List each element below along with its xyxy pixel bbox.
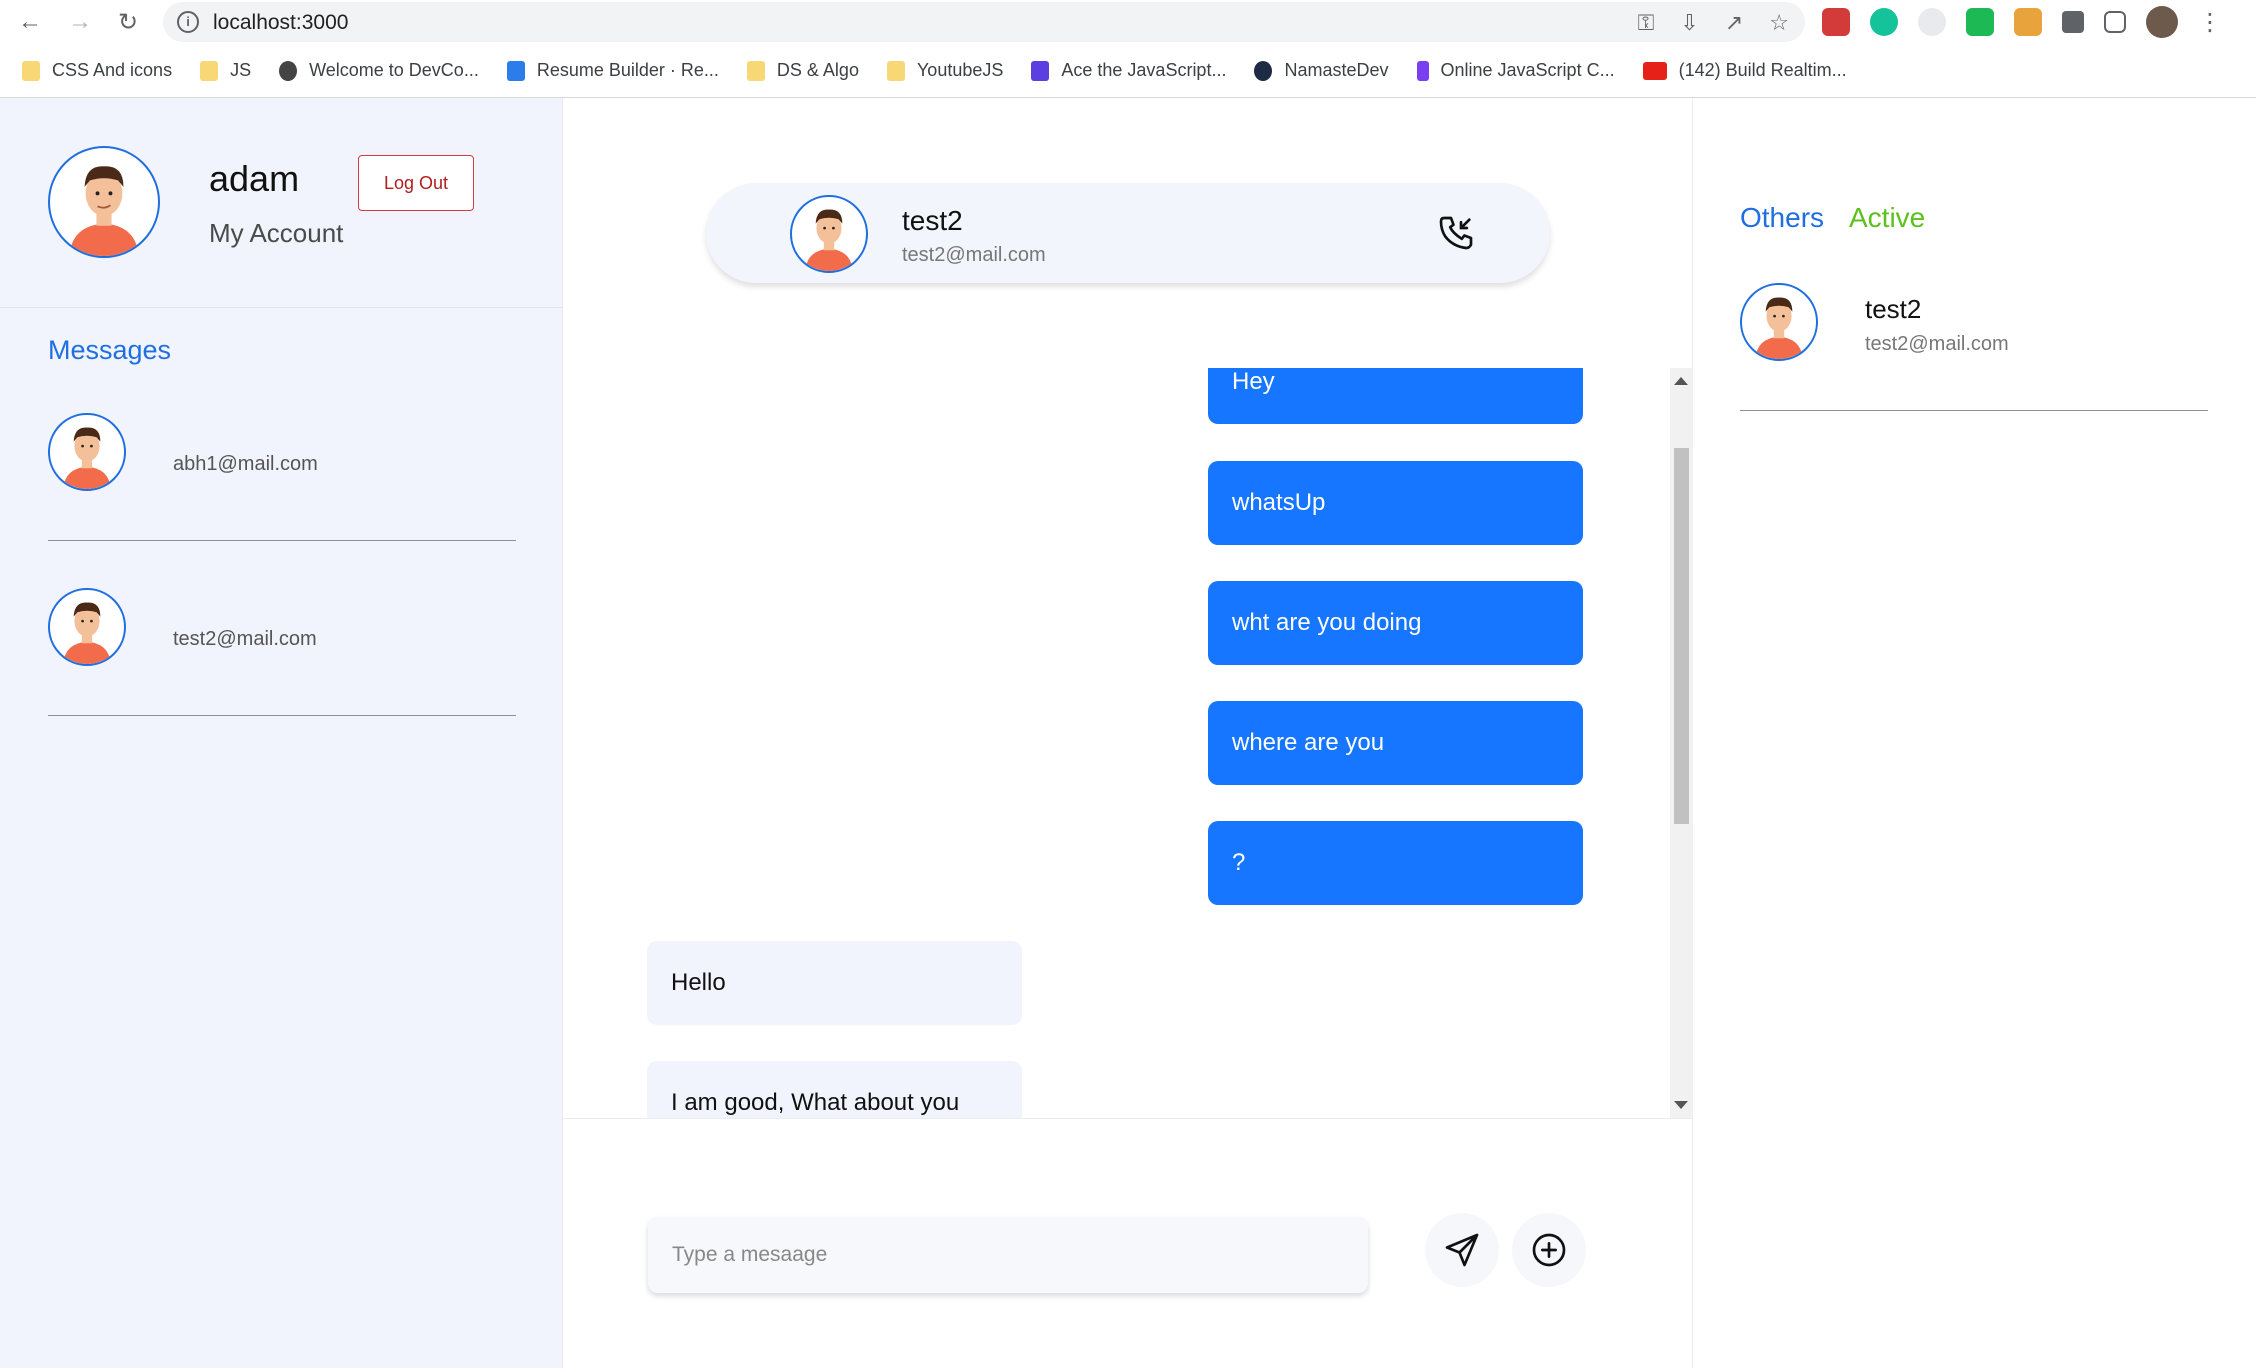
user-avatar-icon xyxy=(1755,297,1803,359)
sent-message: whatsUp xyxy=(1208,461,1583,545)
address-bar[interactable]: i localhost:3000 ⚿ ⇩ ↗ ☆ xyxy=(163,2,1805,42)
bookmark[interactable]: Online JavaScript C... xyxy=(1416,60,1615,81)
sent-message: wht are you doing xyxy=(1208,581,1583,665)
account-panel: adam My Account Log Out xyxy=(0,98,563,308)
contact-email: abh1@mail.com xyxy=(173,453,318,475)
extension-icon[interactable] xyxy=(1966,8,1994,36)
chat-scrollbar[interactable] xyxy=(1670,368,1693,1118)
contact-item[interactable]: test2@mail.com xyxy=(48,588,516,716)
user-avatar-icon xyxy=(805,209,853,271)
sent-message: Hey xyxy=(1208,368,1583,424)
avatar xyxy=(48,146,160,258)
avatar xyxy=(1740,283,1818,361)
user-avatar-icon xyxy=(69,166,139,256)
browser-toolbar: ← → ↻ i localhost:3000 ⚿ ⇩ ↗ ☆ ⋮ xyxy=(0,0,2256,44)
add-circle-icon xyxy=(1532,1233,1566,1267)
user-avatar-icon xyxy=(63,427,111,489)
chat-contact-name: test2 xyxy=(902,205,963,236)
account-name: adam xyxy=(209,158,300,199)
message-list[interactable]: Hey whatsUp wht are you doing where are … xyxy=(563,368,1670,1118)
right-sidebar: Others Active test2 test2@mail.com xyxy=(1693,98,2256,1368)
bookmarks-bar: CSS And icons JS Welcome to DevCo... Res… xyxy=(0,44,2256,98)
install-icon[interactable]: ⇩ xyxy=(1680,10,1698,36)
avatar xyxy=(48,413,126,491)
attach-button[interactable] xyxy=(1512,1213,1586,1287)
contact-email: test2@mail.com xyxy=(173,628,317,650)
bookmark[interactable]: DS & Algo xyxy=(746,60,859,81)
back-icon[interactable]: ← xyxy=(14,6,46,38)
forward-icon[interactable]: → xyxy=(64,6,96,38)
received-message: I am good, What about you xyxy=(647,1061,1022,1118)
online-user-name: test2 xyxy=(1865,294,1922,324)
side-panel-icon[interactable] xyxy=(2104,11,2126,33)
resume-icon xyxy=(506,60,525,81)
reload-icon[interactable]: ↻ xyxy=(112,6,144,38)
sent-message: ? xyxy=(1208,821,1583,905)
extension-icon[interactable] xyxy=(1918,8,1946,36)
folder-icon xyxy=(746,60,765,81)
sent-message: where are you xyxy=(1208,701,1583,785)
account-subtitle: My Account xyxy=(209,218,344,248)
received-message: Hello xyxy=(647,941,1022,1025)
menu-icon[interactable]: ⋮ xyxy=(2198,8,2222,37)
puzzle-icon[interactable] xyxy=(2062,11,2084,33)
scroll-thumb[interactable] xyxy=(1674,448,1689,824)
send-icon xyxy=(1445,1233,1479,1267)
site-info-icon[interactable]: i xyxy=(177,11,199,33)
tab-active[interactable]: Active xyxy=(1849,202,1925,234)
left-sidebar: adam My Account Log Out Messages abh1@ma… xyxy=(0,98,563,1368)
share-icon[interactable]: ↗ xyxy=(1725,10,1743,36)
online-user-email: test2@mail.com xyxy=(1865,333,2009,355)
bookmark[interactable]: NamasteDev xyxy=(1254,60,1389,81)
logout-button[interactable]: Log Out xyxy=(358,155,474,211)
phone-call-icon[interactable] xyxy=(1436,213,1476,253)
folder-icon xyxy=(886,60,905,81)
profile-avatar[interactable] xyxy=(2146,6,2178,38)
send-button[interactable] xyxy=(1425,1213,1499,1287)
chat-contact-email: test2@mail.com xyxy=(902,244,1046,266)
bookmark[interactable]: YoutubeJS xyxy=(886,60,1003,81)
bookmark[interactable]: (142) Build Realtim... xyxy=(1642,60,1847,81)
extension-icon[interactable] xyxy=(1822,8,1850,36)
divider xyxy=(563,1118,1693,1119)
namaste-icon xyxy=(1254,60,1273,81)
key-icon[interactable]: ⚿ xyxy=(1638,10,1655,36)
chat-app: adam My Account Log Out Messages abh1@ma… xyxy=(0,98,2256,1368)
message-input[interactable] xyxy=(648,1217,1368,1293)
scroll-down-arrow-icon[interactable] xyxy=(1674,1101,1688,1109)
avatar xyxy=(790,195,868,273)
bookmark[interactable]: Welcome to DevCo... xyxy=(279,60,479,81)
youtube-icon xyxy=(1642,61,1667,80)
tab-others[interactable]: Others xyxy=(1740,202,1824,234)
user-avatar-icon xyxy=(63,602,111,664)
avatar xyxy=(48,588,126,666)
online-user-item[interactable]: test2 test2@mail.com xyxy=(1740,283,2208,411)
folder-icon xyxy=(200,60,219,81)
globe-icon xyxy=(279,60,298,81)
bookmark[interactable]: JS xyxy=(200,60,251,81)
bookmark-star-icon[interactable]: ☆ xyxy=(1769,10,1789,36)
scroll-up-arrow-icon[interactable] xyxy=(1674,377,1688,385)
contact-item[interactable]: abh1@mail.com xyxy=(48,413,516,541)
chat-header: test2 test2@mail.com xyxy=(706,183,1550,283)
terminal-icon xyxy=(1031,60,1050,81)
url-text[interactable]: localhost:3000 xyxy=(213,11,348,35)
bookmark[interactable]: CSS And icons xyxy=(22,60,172,81)
bookmark[interactable]: Resume Builder · Re... xyxy=(506,60,719,81)
messages-heading: Messages xyxy=(48,335,172,365)
extension-icon[interactable] xyxy=(2014,8,2042,36)
grammarly-icon[interactable] xyxy=(1870,8,1898,36)
chat-panel: test2 test2@mail.com Hey whatsUp wht are… xyxy=(563,98,1693,1368)
p-icon xyxy=(1416,60,1429,81)
bookmark[interactable]: Ace the JavaScript... xyxy=(1031,60,1226,81)
folder-icon xyxy=(22,60,40,81)
